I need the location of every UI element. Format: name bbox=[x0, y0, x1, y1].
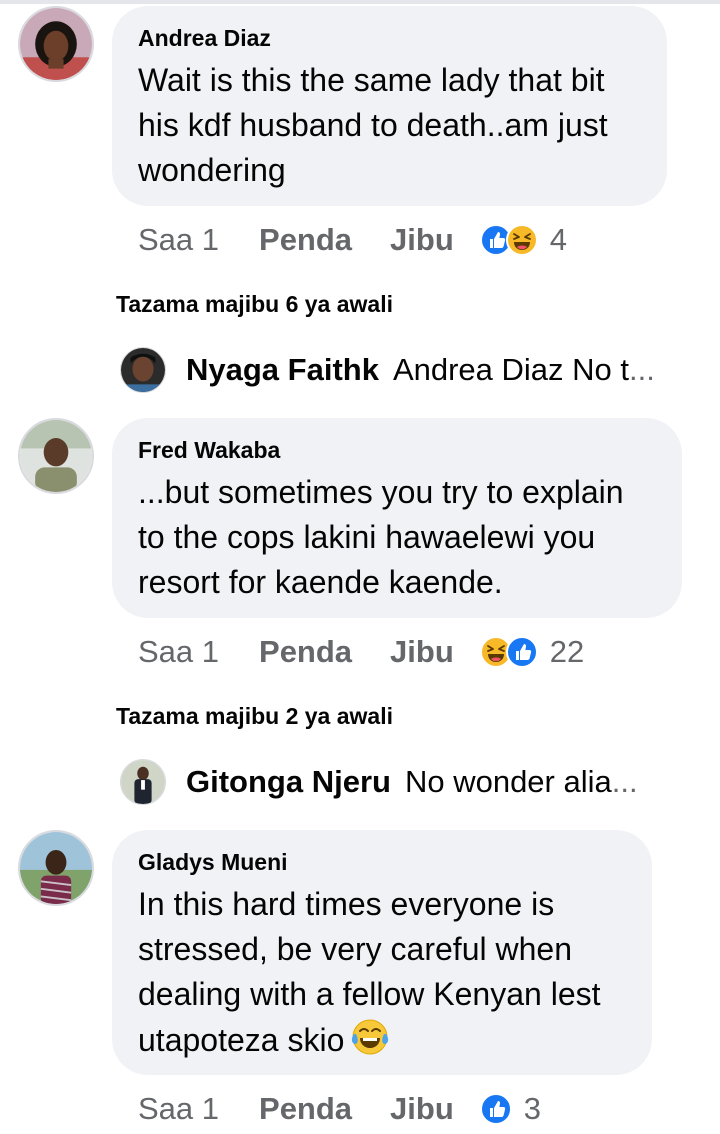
comment-author[interactable]: Fred Wakaba bbox=[138, 436, 656, 464]
comment-author[interactable]: Gladys Mueni bbox=[138, 848, 626, 876]
reaction-count: 4 bbox=[549, 222, 568, 257]
comment-time[interactable]: Saa 1 bbox=[138, 1091, 219, 1127]
comment-actions: Saa 1 Penda Jibu 22 bbox=[138, 630, 584, 674]
comment-time[interactable]: Saa 1 bbox=[138, 222, 219, 258]
like-icon bbox=[506, 636, 538, 668]
comment-bubble: Andrea Diaz Wait is this the same lady t… bbox=[112, 6, 667, 206]
reply-ellipsis: ... bbox=[629, 352, 655, 387]
avatar-gitonga-njeru[interactable] bbox=[120, 759, 166, 805]
top-divider bbox=[0, 0, 720, 4]
reaction-summary[interactable]: 3 bbox=[480, 1091, 541, 1127]
reaction-summary[interactable]: 22 bbox=[480, 634, 584, 670]
reply-text: No wonder alia bbox=[404, 764, 612, 799]
view-previous-replies[interactable]: Tazama majibu 6 ya awali bbox=[116, 291, 393, 318]
comment-text: ...but sometimes you try to explain to t… bbox=[138, 474, 624, 600]
like-button[interactable]: Penda bbox=[259, 222, 352, 258]
reaction-count: 22 bbox=[549, 634, 585, 669]
comment-bubble: Gladys Mueni In this hard times everyone… bbox=[112, 830, 652, 1075]
like-button[interactable]: Penda bbox=[259, 1091, 352, 1127]
comment-bubble: Fred Wakaba ...but sometimes you try to … bbox=[112, 418, 682, 618]
reply-preview[interactable]: Gitonga Njeru No wonder alia... bbox=[120, 757, 638, 807]
avatar-nyaga-faithk[interactable] bbox=[120, 347, 166, 393]
reaction-count: 3 bbox=[523, 1091, 542, 1126]
like-button[interactable]: Penda bbox=[259, 634, 352, 670]
tears-of-joy-emoji bbox=[350, 1017, 390, 1057]
view-previous-replies[interactable]: Tazama majibu 2 ya awali bbox=[116, 703, 393, 730]
comment-text: Wait is this the same lady that bit his … bbox=[138, 62, 608, 188]
avatar-andrea-diaz[interactable] bbox=[18, 6, 94, 82]
reply-ellipsis: ... bbox=[611, 764, 638, 799]
reply-text: Andrea Diaz No t bbox=[392, 352, 630, 387]
reply-button[interactable]: Jibu bbox=[390, 634, 454, 670]
haha-icon bbox=[506, 224, 538, 256]
reaction-summary[interactable]: 4 bbox=[480, 222, 567, 258]
avatar-fred-wakaba[interactable] bbox=[18, 418, 94, 494]
reply-author[interactable]: Nyaga Faithk bbox=[186, 352, 379, 388]
reply-preview[interactable]: Nyaga Faithk Andrea Diaz No t... bbox=[120, 345, 655, 395]
avatar-gladys-mueni[interactable] bbox=[18, 830, 94, 906]
comment-actions: Saa 1 Penda Jibu 4 bbox=[138, 218, 567, 262]
reply-button[interactable]: Jibu bbox=[390, 1091, 454, 1127]
reply-button[interactable]: Jibu bbox=[390, 222, 454, 258]
like-icon bbox=[480, 1093, 512, 1125]
reply-author[interactable]: Gitonga Njeru bbox=[186, 764, 391, 800]
comment-time[interactable]: Saa 1 bbox=[138, 634, 219, 670]
comment-actions: Saa 1 Penda Jibu 3 bbox=[138, 1087, 541, 1131]
comment-author[interactable]: Andrea Diaz bbox=[138, 24, 641, 52]
comment-text: In this hard times everyone is stressed,… bbox=[138, 886, 601, 1058]
